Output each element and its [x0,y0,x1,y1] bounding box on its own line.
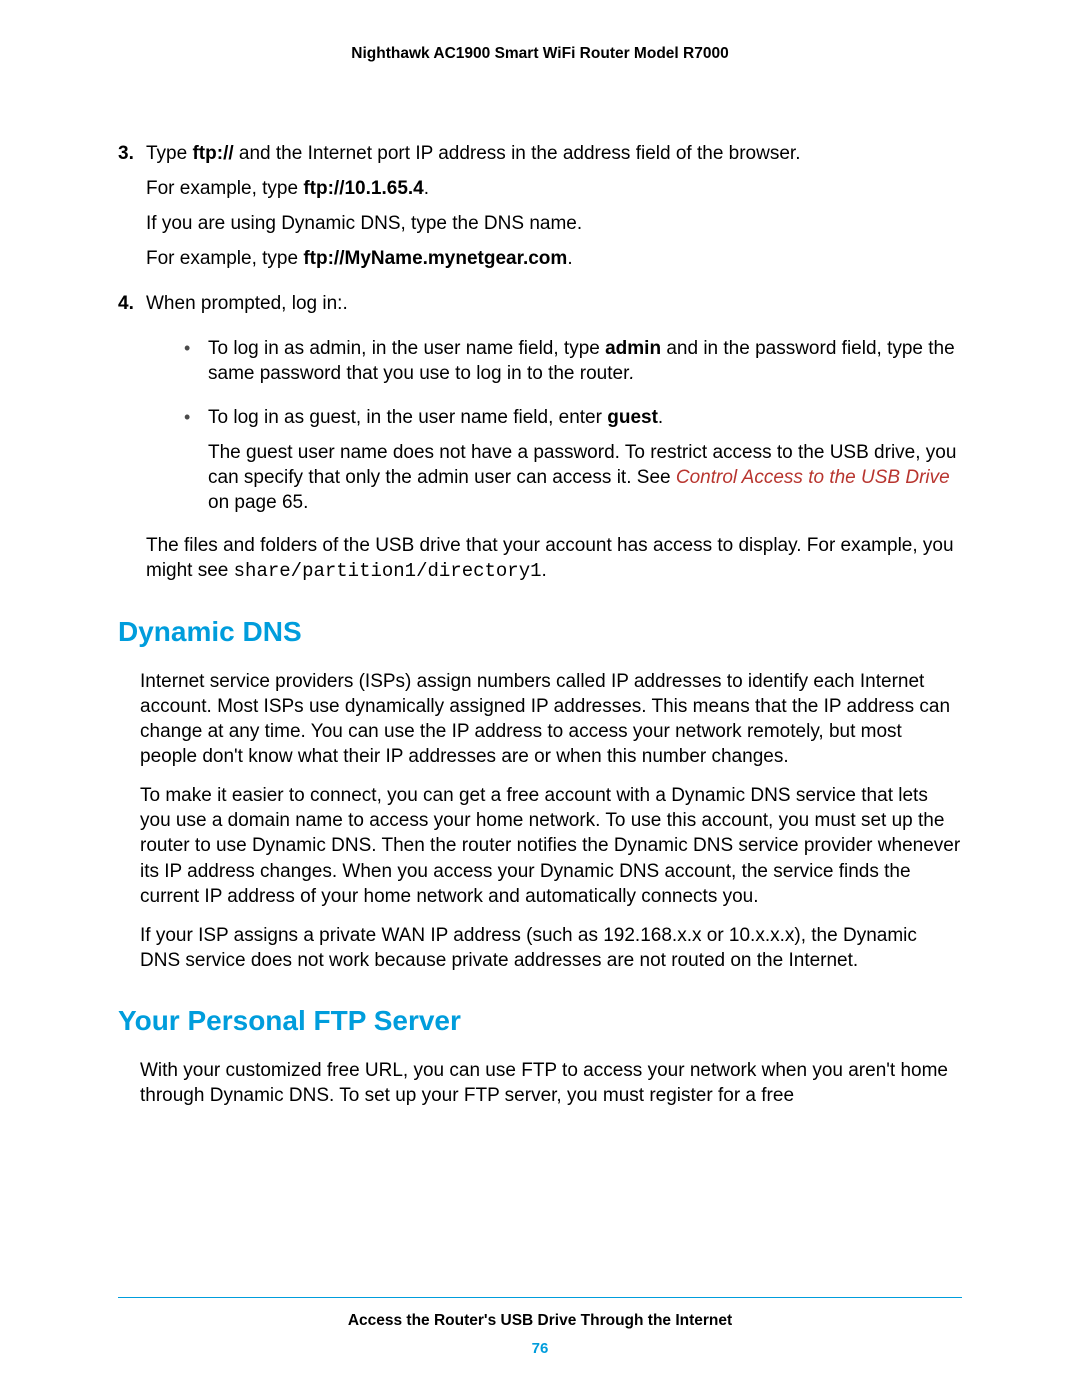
text: . [424,178,429,199]
bullet-list: • To log in as admin, in the user name f… [184,336,962,524]
content: 3. Type ftp:// and the Internet port IP … [118,141,962,1108]
step-3: 3. Type ftp:// and the Internet port IP … [118,141,962,281]
section-body: With your customized free URL, you can u… [140,1058,962,1108]
closing-paragraph: The files and folders of the USB drive t… [146,533,962,584]
section-heading-dynamic-dns: Dynamic DNS [118,614,962,651]
text: . [542,560,547,581]
step-number: 3. [118,141,146,281]
section-heading-ftp-server: Your Personal FTP Server [118,1003,962,1040]
text-bold: admin [605,338,661,359]
text: For example, type [146,248,303,269]
text-bold: ftp:// [192,143,233,164]
page: Nighthawk AC1900 Smart WiFi Router Model… [0,0,1080,1397]
footer-title: Access the Router's USB Drive Through th… [118,1312,962,1330]
code-text: share/partition1/directory1 [234,560,542,582]
bullet-body: To log in as guest, in the user name fie… [208,405,962,525]
text-italic: . [629,363,634,384]
paragraph: Internet service providers (ISPs) assign… [140,669,962,769]
text: . [658,407,663,428]
step-4: 4. When prompted, log in:. [118,291,962,326]
text: To log in as guest, in the user name fie… [208,407,607,428]
link-control-access[interactable]: Control Access to the USB Drive [676,467,950,488]
section-body: Internet service providers (ISPs) assign… [140,669,962,973]
page-footer: Access the Router's USB Drive Through th… [118,1297,962,1357]
paragraph: To make it easier to connect, you can ge… [140,783,962,908]
text: and the Internet port IP address in the … [234,143,801,164]
text: If you are using Dynamic DNS, type the D… [146,211,962,236]
bullet-dot-icon: • [184,405,208,525]
text: . [567,248,572,269]
bullet-item: • To log in as guest, in the user name f… [184,405,962,525]
footer-rule [118,1297,962,1298]
doc-header: Nighthawk AC1900 Smart WiFi Router Model… [118,45,962,63]
text: To log in as admin, in the user name fie… [208,338,605,359]
text-bold: ftp://10.1.65.4 [303,178,423,199]
step-number: 4. [118,291,146,326]
text: Type [146,143,192,164]
text-bold: ftp://MyName.mynetgear.com [303,248,567,269]
bullet-body: To log in as admin, in the user name fie… [208,336,962,396]
bullet-item: • To log in as admin, in the user name f… [184,336,962,396]
text-bold: guest [607,407,658,428]
text: For example, type [146,178,303,199]
text: When prompted, log in:. [146,291,962,316]
paragraph: With your customized free URL, you can u… [140,1058,962,1108]
step-body: When prompted, log in:. [146,291,962,326]
bullet-dot-icon: • [184,336,208,396]
text: on page 65. [208,492,308,513]
step-body: Type ftp:// and the Internet port IP add… [146,141,962,281]
paragraph: If your ISP assigns a private WAN IP add… [140,923,962,973]
page-number: 76 [118,1340,962,1357]
